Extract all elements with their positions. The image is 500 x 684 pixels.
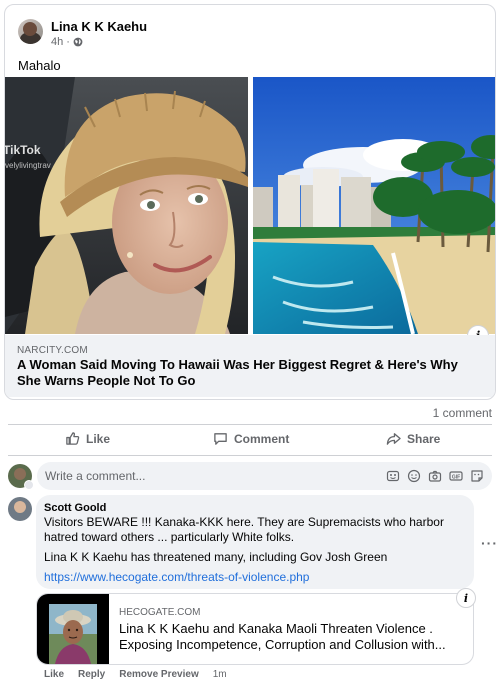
link-title[interactable]: A Woman Said Moving To Hawaii Was Her Bi… bbox=[17, 357, 477, 389]
link-image-woman[interactable]: TikTok velylivingtrav bbox=[5, 77, 248, 334]
comment-count[interactable]: 1 comment bbox=[433, 406, 492, 420]
more-options-icon[interactable]: ··· bbox=[481, 535, 498, 551]
comment-reply-button[interactable]: Reply bbox=[78, 669, 105, 680]
share-icon bbox=[386, 433, 401, 445]
composer-icons: GIF bbox=[385, 468, 484, 483]
divider-top bbox=[8, 424, 492, 425]
tiktok-watermark: TikTok bbox=[5, 143, 41, 157]
post-meta: 4h · bbox=[51, 36, 83, 48]
comment-button[interactable]: Comment bbox=[213, 431, 289, 446]
comment-label: Comment bbox=[234, 431, 290, 446]
preview-photo bbox=[49, 604, 97, 664]
preview-domain: HECOGATE.COM bbox=[119, 607, 201, 618]
post-author-avatar[interactable] bbox=[18, 19, 43, 44]
comment-icon bbox=[214, 433, 227, 445]
gif-icon[interactable]: GIF bbox=[448, 468, 463, 483]
comment-placeholder: Write a comment... bbox=[45, 469, 146, 483]
camera-icon[interactable] bbox=[427, 468, 442, 483]
sticker-icon[interactable] bbox=[385, 468, 400, 483]
comment-like-button[interactable]: Like bbox=[44, 669, 64, 680]
meta-separator: · bbox=[66, 36, 70, 48]
svg-text:GIF: GIF bbox=[451, 474, 459, 480]
preview-thumbnail bbox=[37, 594, 109, 664]
like-icon bbox=[66, 432, 80, 445]
commenter-avatar[interactable] bbox=[8, 497, 32, 521]
like-button[interactable]: Like bbox=[65, 431, 110, 446]
post-card: Lina K K Kaehu 4h · Mahalo TikTok velyli… bbox=[4, 4, 496, 400]
share-button[interactable]: Share bbox=[386, 431, 440, 446]
comment-text: Visitors BEWARE !!! Kanaka-KKK here. The… bbox=[44, 515, 444, 544]
post-time[interactable]: 4h bbox=[51, 36, 63, 48]
comment-actions: Like Reply Remove Preview 1m bbox=[44, 669, 227, 680]
preview-title[interactable]: Lina K K Kaehu and Kanaka Maoli Threaten… bbox=[119, 621, 459, 653]
info-icon[interactable]: i bbox=[456, 588, 476, 608]
tiktok-handle: velylivingtrav bbox=[5, 161, 51, 170]
chevron-down-icon[interactable] bbox=[24, 480, 34, 490]
like-label: Like bbox=[86, 431, 111, 446]
link-image-beach[interactable] bbox=[253, 77, 495, 334]
comment-link-preview[interactable]: HECOGATE.COM Lina K K Kaehu and Kanaka M… bbox=[36, 593, 474, 665]
comment-bubble: Scott Goold Visitors BEWARE !!! Kanaka-K… bbox=[36, 495, 474, 589]
post-author-name[interactable]: Lina K K Kaehu bbox=[51, 19, 147, 34]
emoji-icon[interactable] bbox=[406, 468, 421, 483]
comment-time[interactable]: 1m bbox=[213, 669, 227, 680]
comment-author[interactable]: Scott Goold bbox=[44, 502, 106, 514]
comment-input[interactable]: Write a comment... GIF bbox=[37, 462, 492, 490]
globe-icon bbox=[73, 37, 83, 47]
avatar-sticker-icon[interactable] bbox=[469, 468, 484, 483]
comment-text-2: Lina K K Kaehu has threatened many, incl… bbox=[44, 550, 388, 564]
share-label: Share bbox=[407, 431, 441, 446]
remove-preview-button[interactable]: Remove Preview bbox=[119, 669, 199, 680]
comment-link[interactable]: https://www.hecogate.com/threats-of-viol… bbox=[44, 570, 309, 584]
divider-bottom bbox=[8, 455, 492, 456]
link-preview-meta[interactable]: NARCITY.COM A Woman Said Moving To Hawai… bbox=[5, 335, 495, 397]
link-domain: NARCITY.COM bbox=[17, 345, 88, 356]
post-caption: Mahalo bbox=[18, 58, 61, 73]
